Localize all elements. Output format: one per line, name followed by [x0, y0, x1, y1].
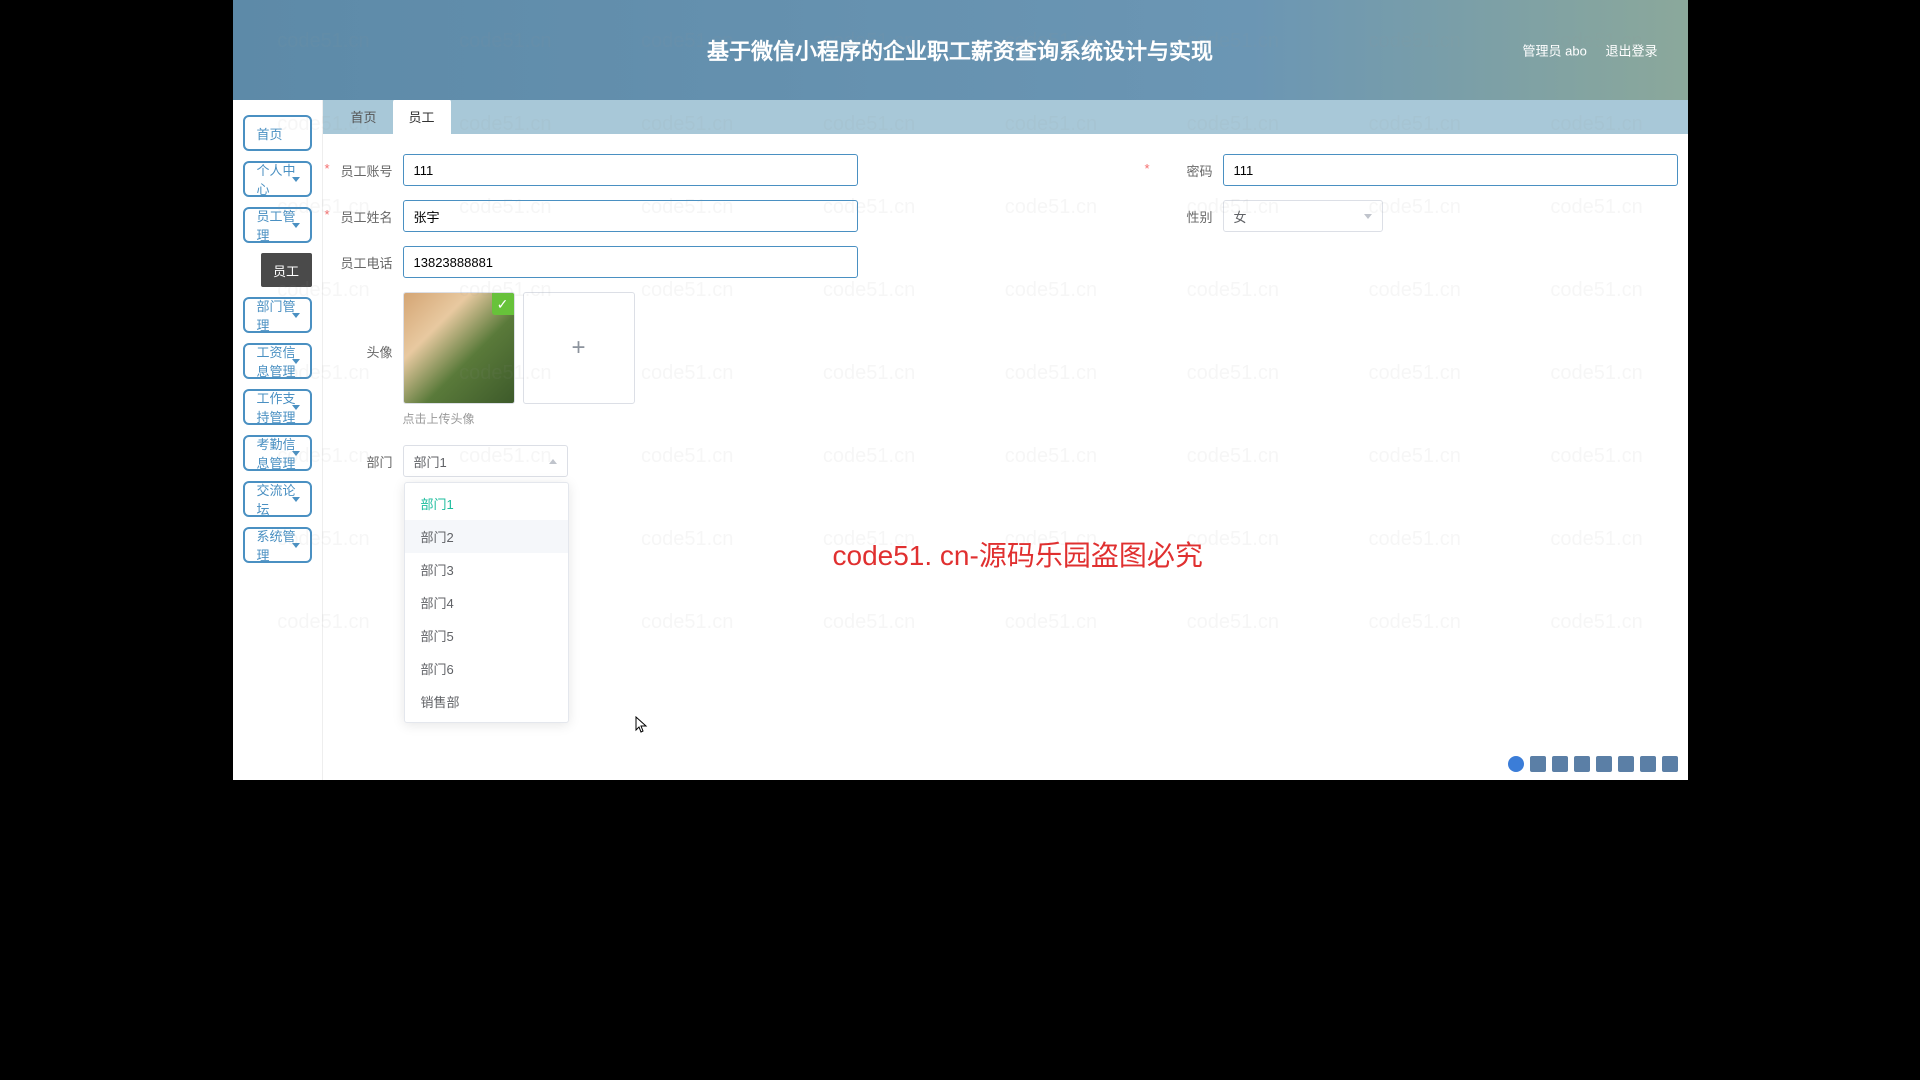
select-gender[interactable]: 女 — [1223, 200, 1383, 232]
tabs: 首页 员工 — [323, 100, 1688, 134]
dept-option-6[interactable]: 部门6 — [405, 652, 568, 685]
avatar-preview[interactable]: ✓ — [403, 292, 515, 404]
tool-icon-8[interactable] — [1662, 756, 1678, 772]
bottom-toolbar — [1508, 756, 1678, 772]
admin-label[interactable]: 管理员 abo — [1523, 44, 1587, 59]
sidebar-item-forum[interactable]: 交流论坛 — [243, 481, 312, 517]
input-phone[interactable] — [403, 246, 858, 278]
label-avatar: 头像 — [333, 292, 393, 361]
sidebar: 首页 个人中心 员工管理 员工 部门管理 工资信息管理 工作支持管理 考勤信息管… — [233, 100, 323, 780]
tool-icon-3[interactable] — [1552, 756, 1568, 772]
page-title: 基于微信小程序的企业职工薪资查询系统设计与实现 — [707, 34, 1213, 66]
select-gender-value: 女 — [1234, 207, 1247, 226]
chevron-down-icon — [1364, 214, 1372, 219]
tab-employee[interactable]: 员工 — [393, 99, 451, 134]
tool-icon-2[interactable] — [1530, 756, 1546, 772]
header: 基于微信小程序的企业职工薪资查询系统设计与实现 管理员 abo 退出登录 — [233, 0, 1688, 100]
select-dept[interactable]: 部门1 部门1 部门2 部门3 部门4 部门5 部门6 销售部 — [403, 445, 568, 477]
sidebar-subitem-employee[interactable]: 员工 — [261, 253, 312, 287]
dept-option-4[interactable]: 部门4 — [405, 586, 568, 619]
input-emp-account[interactable] — [403, 154, 858, 186]
sidebar-item-dept-mgmt[interactable]: 部门管理 — [243, 297, 312, 333]
main-area: 首页 员工 员工账号 密码 员工姓名 — [323, 100, 1688, 780]
dept-option-1[interactable]: 部门1 — [405, 487, 568, 520]
sidebar-item-attendance[interactable]: 考勤信息管理 — [243, 435, 312, 471]
tool-icon-6[interactable] — [1618, 756, 1634, 772]
input-emp-name[interactable] — [403, 200, 858, 232]
cursor-icon — [635, 716, 649, 737]
header-right: 管理员 abo 退出登录 — [1508, 41, 1658, 60]
logout-link[interactable]: 退出登录 — [1605, 44, 1657, 59]
sidebar-item-salary-mgmt[interactable]: 工资信息管理 — [243, 343, 312, 379]
tab-home[interactable]: 首页 — [335, 99, 393, 134]
tool-icon-7[interactable] — [1640, 756, 1656, 772]
label-dept: 部门 — [333, 452, 393, 471]
label-emp-name: 员工姓名 — [333, 207, 393, 226]
dept-option-3[interactable]: 部门3 — [405, 553, 568, 586]
dept-option-7[interactable]: 销售部 — [405, 685, 568, 718]
dept-option-5[interactable]: 部门5 — [405, 619, 568, 652]
sidebar-item-system[interactable]: 系统管理 — [243, 527, 312, 563]
dept-option-2[interactable]: 部门2 — [405, 520, 568, 553]
tool-icon-4[interactable] — [1574, 756, 1590, 772]
label-password: 密码 — [1153, 161, 1213, 180]
label-gender: 性别 — [1153, 207, 1213, 226]
select-dept-value: 部门1 — [414, 452, 447, 471]
label-phone: 员工电话 — [333, 253, 393, 272]
avatar-upload-button[interactable]: + — [523, 292, 635, 404]
tool-icon-5[interactable] — [1596, 756, 1612, 772]
tool-icon-1[interactable] — [1508, 756, 1524, 772]
dept-dropdown: 部门1 部门2 部门3 部门4 部门5 部门6 销售部 — [404, 482, 569, 723]
chevron-up-icon — [549, 459, 557, 464]
sidebar-item-employee-mgmt[interactable]: 员工管理 — [243, 207, 312, 243]
sidebar-item-home[interactable]: 首页 — [243, 115, 312, 151]
form-area: 员工账号 密码 员工姓名 性别 — [323, 134, 1688, 780]
label-emp-account: 员工账号 — [333, 161, 393, 180]
check-icon: ✓ — [492, 293, 514, 315]
input-password[interactable] — [1223, 154, 1678, 186]
sidebar-item-profile[interactable]: 个人中心 — [243, 161, 312, 197]
watermark-red: code51. cn-源码乐园盗图必究 — [833, 534, 1203, 574]
avatar-hint: 点击上传头像 — [403, 410, 1678, 427]
sidebar-item-work-support[interactable]: 工作支持管理 — [243, 389, 312, 425]
plus-icon: + — [571, 334, 585, 362]
